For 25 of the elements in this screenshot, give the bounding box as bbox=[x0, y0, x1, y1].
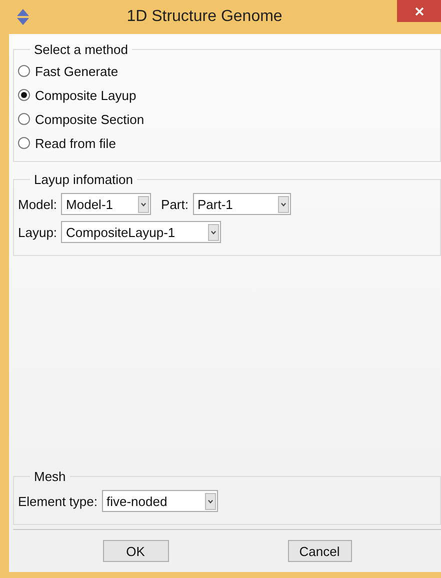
group-title: Mesh bbox=[33, 469, 67, 484]
radio-option[interactable]: Read from file bbox=[18, 131, 116, 155]
window-title: 1D Structure Genome bbox=[126, 8, 284, 26]
close-button[interactable] bbox=[397, 0, 441, 22]
group-title: Select a method bbox=[33, 42, 129, 57]
field-label: Part: bbox=[161, 196, 188, 212]
chevron-icon bbox=[138, 196, 150, 212]
field-label: Model: bbox=[18, 196, 58, 212]
group-title: Layup infomation bbox=[33, 172, 134, 187]
ok-button[interactable]: OK bbox=[102, 540, 168, 562]
cancel-button[interactable]: Cancel bbox=[288, 540, 352, 562]
radio-option[interactable]: Fast Generate bbox=[18, 59, 118, 83]
dropdown[interactable]: Model-1 bbox=[61, 193, 152, 215]
dropdown[interactable]: Part-1 bbox=[192, 193, 290, 215]
close-icon bbox=[414, 6, 424, 16]
radio-option[interactable]: Composite Layup bbox=[18, 83, 136, 107]
chevron-icon bbox=[208, 224, 220, 240]
radio-option[interactable]: Composite Section bbox=[18, 107, 144, 131]
chevron-icon bbox=[204, 492, 216, 510]
app-icon bbox=[14, 8, 32, 26]
field-label: Element type: bbox=[18, 494, 98, 508]
dropdown[interactable]: five-noded bbox=[102, 490, 218, 512]
dropdown[interactable]: CompositeLayup-1 bbox=[61, 221, 222, 243]
field-label: Layup: bbox=[18, 224, 58, 240]
chevron-icon bbox=[278, 196, 288, 212]
